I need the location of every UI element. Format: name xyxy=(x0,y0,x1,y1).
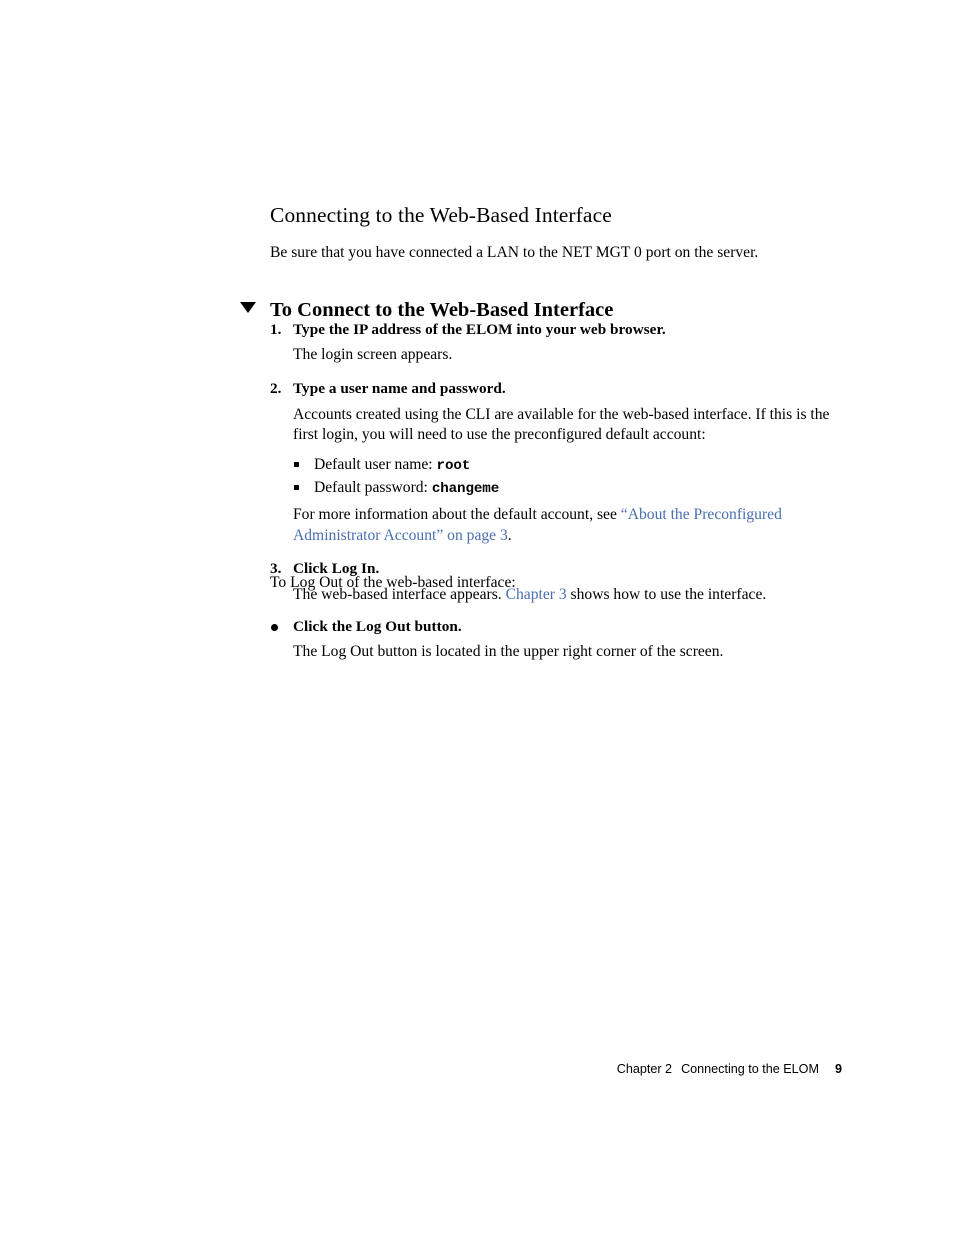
square-bullet-icon xyxy=(294,462,299,468)
step-number: 1. xyxy=(270,321,282,338)
step-item: 1. Type the IP address of the ELOM into … xyxy=(270,320,842,366)
page-footer: Chapter 2 Connecting to the ELOM 9 xyxy=(270,1062,842,1076)
step-number: 2. xyxy=(270,380,282,398)
default-user-name-label: Default user name: xyxy=(314,456,433,474)
list-item: Default user name: root xyxy=(293,454,842,476)
default-account-list: Default user name: root Default password… xyxy=(293,454,842,499)
step-body: The login screen appears. xyxy=(293,346,453,364)
step-footnote-prefix: For more information about the default a… xyxy=(293,506,621,524)
step-footnote: For more information about the default a… xyxy=(293,505,842,546)
footer-section-title: Connecting to the ELOM xyxy=(681,1062,819,1076)
page-title: Connecting to the Web-Based Interface xyxy=(270,203,612,228)
default-password-value: changeme xyxy=(431,480,500,497)
logout-step-body: The Log Out button is located in the upp… xyxy=(293,643,724,661)
section-intro-paragraph: Be sure that you have connected a LAN to… xyxy=(270,243,759,261)
default-password-label: Default password: xyxy=(314,478,428,496)
step-footnote-suffix: . xyxy=(507,526,512,544)
round-bullet-icon xyxy=(271,624,278,631)
step-title: Type the IP address of the ELOM into you… xyxy=(293,321,666,338)
default-user-name-value: root xyxy=(436,458,471,475)
procedure-steps-list: 1. Type the IP address of the ELOM into … xyxy=(270,320,842,606)
triangle-down-icon xyxy=(240,302,256,313)
footer-chapter: Chapter 2 xyxy=(616,1062,673,1076)
list-item: Default password: changeme xyxy=(293,477,842,499)
square-bullet-icon xyxy=(294,484,299,490)
step-body: Accounts created using the CLI are avail… xyxy=(293,405,830,444)
logout-intro-paragraph: To Log Out of the web-based interface: xyxy=(270,573,516,591)
logout-step-title: Click the Log Out button. xyxy=(293,618,462,635)
document-page: Connecting to the Web-Based Interface Be… xyxy=(0,0,954,1235)
footer-page-number: 9 xyxy=(834,1062,842,1076)
step-item: 2. Type a user name and password. Accoun… xyxy=(270,379,842,546)
step-title: Type a user name and password. xyxy=(293,380,506,398)
logout-step-item: Click the Log Out button. The Log Out bu… xyxy=(270,617,842,663)
